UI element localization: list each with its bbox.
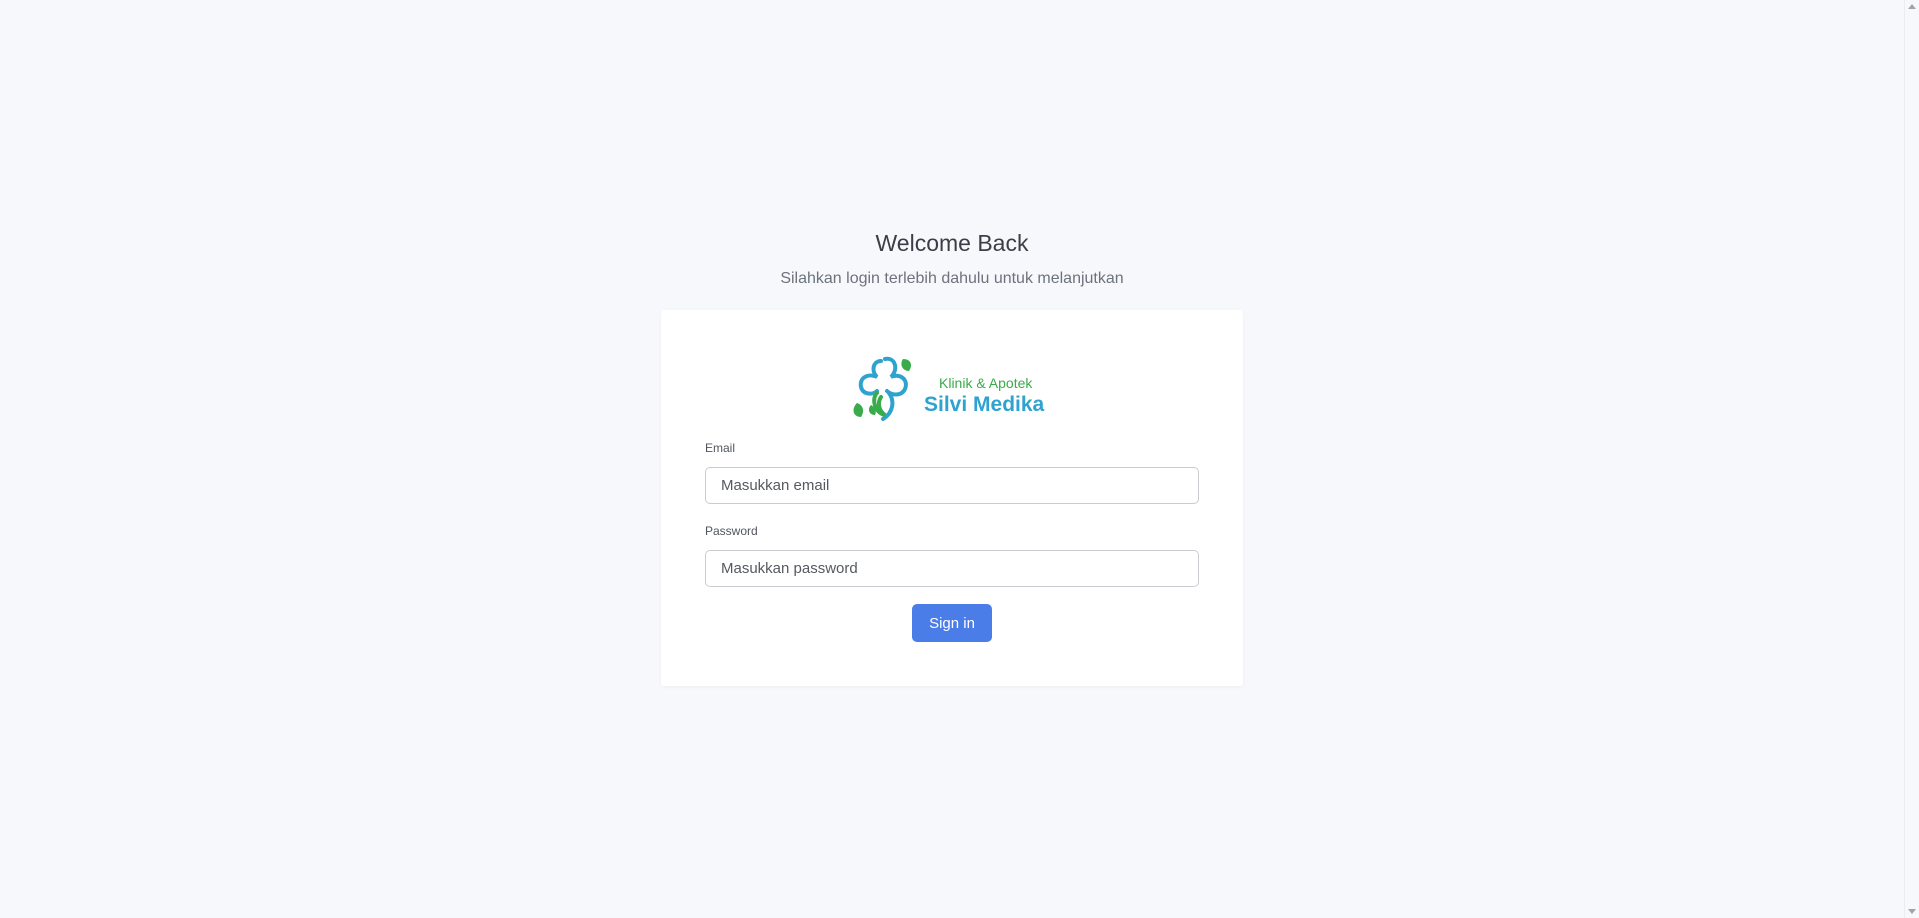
page-title: Welcome Back [875,230,1029,256]
login-page: Welcome Back Silahkan login terlebih dah… [0,0,1919,918]
medical-cross-leaf-icon [853,356,911,421]
logo-subtitle: Klinik & Apotek [939,375,1033,391]
page-subtitle: Silahkan login terlebih dahulu untuk mel… [780,270,1124,287]
logo-name: Silvi Medika [924,393,1045,416]
scroll-down-icon[interactable] [1908,909,1916,914]
scroll-up-icon[interactable] [1908,4,1916,9]
clinic-logo: Klinik & Apotek Silvi Medika [851,355,1061,427]
login-card: Klinik & Apotek Silvi Medika Email Passw… [661,310,1243,686]
email-label: Email [705,441,736,455]
page-scrollbar[interactable] [1904,0,1919,918]
email-field[interactable] [705,467,1199,504]
password-label: Password [705,524,758,538]
password-field[interactable] [705,550,1199,587]
sign-in-button[interactable]: Sign in [912,604,992,642]
